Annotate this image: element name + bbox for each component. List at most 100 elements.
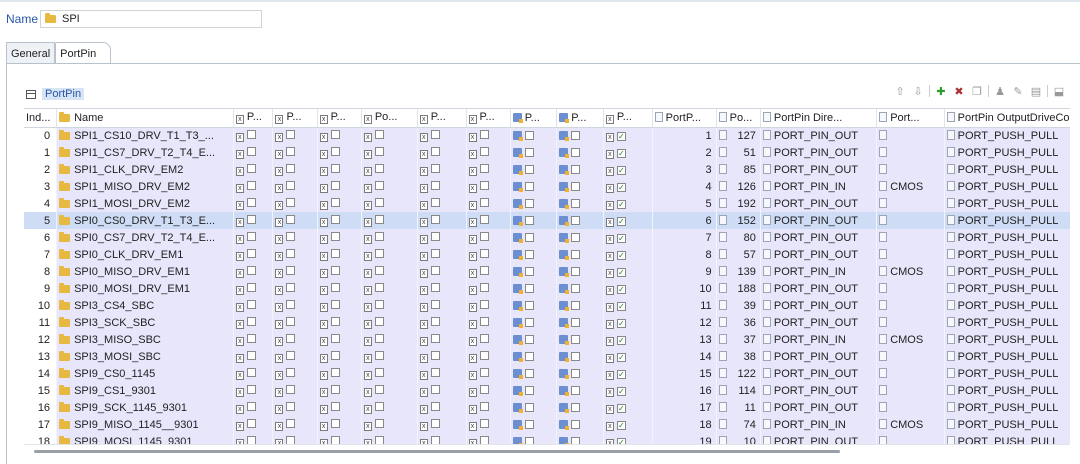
checkbox[interactable] [571, 419, 581, 429]
checkbox[interactable] [524, 266, 534, 276]
checkbox[interactable] [524, 283, 534, 293]
checkbox[interactable] [286, 385, 296, 394]
checkbox[interactable] [430, 198, 440, 207]
horizontal-scrollbar[interactable] [34, 450, 840, 453]
arrow-up-icon[interactable]: ⇧ [893, 84, 907, 98]
checkbox[interactable] [430, 215, 440, 224]
checkbox[interactable] [330, 419, 340, 428]
checkbox[interactable] [286, 334, 296, 343]
checkbox[interactable] [286, 317, 296, 326]
checkbox[interactable] [524, 249, 534, 259]
checkbox[interactable]: ✓ [616, 421, 626, 430]
checkbox[interactable] [524, 181, 534, 191]
table-row[interactable]: 16 SPI9_SCK_1145_9301 x x x x x x x ✓ 17 11 PORT_PIN… [24, 399, 1070, 416]
checkbox[interactable] [479, 334, 489, 343]
checkbox[interactable] [286, 300, 296, 309]
checkbox[interactable] [330, 181, 340, 190]
checkbox[interactable] [286, 283, 296, 292]
checkbox[interactable] [330, 130, 340, 140]
column-header[interactable]: Ind... [24, 109, 58, 128]
checkbox[interactable] [524, 300, 534, 310]
checkbox[interactable]: ✓ [616, 387, 626, 396]
checkbox[interactable] [286, 164, 296, 173]
people-icon[interactable]: ♟ [993, 84, 1007, 98]
checkbox[interactable] [246, 249, 256, 258]
table-row[interactable]: 0 SPI1_CS10_DRV_T1_T3_... x x x x x x x ✓ 1 127 PORT… [24, 127, 1070, 144]
column-header[interactable]: x P... [466, 109, 511, 128]
tab-portpin[interactable]: PortPin [55, 42, 112, 64]
checkbox[interactable] [330, 283, 340, 292]
column-header[interactable]: PortPin Dire... [760, 109, 878, 128]
table-row[interactable]: 3 SPI1_MISO_DRV_EM2 x x x x x x x ✓ 4 126 PORT_PIN_I… [24, 178, 1070, 195]
row-name-cell[interactable]: SPI0_CS0_DRV_T1_T3_E... [56, 212, 234, 229]
column-header[interactable]: x Po... [361, 109, 418, 128]
checkbox[interactable] [246, 436, 256, 444]
row-name-cell[interactable]: SPI9_CS0_1145 [56, 365, 234, 382]
checkbox[interactable] [571, 334, 581, 344]
checkbox[interactable] [374, 198, 384, 207]
checkbox[interactable] [571, 436, 581, 444]
checkbox[interactable] [246, 368, 256, 377]
column-header[interactable]: x P... [417, 109, 467, 128]
name-field[interactable]: SPI [40, 10, 262, 28]
checkbox[interactable] [571, 317, 581, 327]
column-header[interactable]: P... [556, 109, 604, 128]
checkbox[interactable] [374, 351, 384, 360]
checkbox[interactable]: ✓ [616, 336, 626, 345]
checkbox[interactable] [430, 368, 440, 377]
checkbox[interactable] [524, 334, 534, 344]
table-row[interactable]: 1 SPI1_CS7_DRV_T2_T4_E... x x x x x x x ✓ 2 51 PORT_… [24, 144, 1070, 161]
section-title[interactable]: PortPin [42, 88, 85, 100]
column-header[interactable]: P... [510, 109, 558, 128]
row-name-cell[interactable]: SPI0_MISO_DRV_EM1 [56, 263, 234, 280]
checkbox[interactable] [330, 249, 340, 258]
column-header[interactable]: x P... [272, 109, 318, 128]
checkbox[interactable] [430, 300, 440, 309]
checkbox[interactable] [524, 130, 534, 140]
edit-icon[interactable]: ✎ [1011, 84, 1025, 98]
checkbox[interactable] [430, 419, 440, 428]
checkbox[interactable] [330, 164, 340, 173]
checkbox[interactable] [479, 317, 489, 326]
column-header[interactable]: x P... [317, 109, 362, 128]
table-row[interactable]: 9 SPI0_MOSI_DRV_EM1 x x x x x x x ✓ 10 188 PORT_PIN_… [24, 280, 1070, 297]
table-row[interactable]: 6 SPI0_CS7_DRV_T2_T4_E... x x x x x x x ✓ 7 80 PORT_… [24, 229, 1070, 246]
checkbox[interactable] [330, 147, 340, 156]
row-name-cell[interactable]: SPI3_CS4_SBC [56, 297, 234, 314]
checkbox[interactable] [330, 385, 340, 394]
checkbox[interactable] [524, 164, 534, 174]
checkbox[interactable] [430, 249, 440, 258]
checkbox[interactable] [430, 334, 440, 343]
delete-icon[interactable]: ✖ [952, 84, 966, 98]
table-row[interactable]: 18 SPI9_MOSI_1145_9301 x x x x x x x ✓ 19 10 PORT_PI… [24, 433, 1070, 444]
checkbox[interactable] [330, 334, 340, 343]
checkbox[interactable]: ✓ [616, 302, 626, 311]
checkbox[interactable] [330, 300, 340, 309]
checkbox[interactable]: ✓ [616, 149, 626, 158]
checkbox[interactable] [286, 351, 296, 360]
checkbox[interactable] [524, 232, 534, 242]
checkbox[interactable]: ✓ [616, 319, 626, 328]
checkbox[interactable] [374, 215, 384, 224]
checkbox[interactable] [286, 232, 296, 241]
checkbox[interactable] [571, 249, 581, 259]
checkbox[interactable] [330, 402, 340, 411]
checkbox[interactable] [330, 215, 340, 224]
checkbox[interactable] [430, 283, 440, 292]
checkbox[interactable] [374, 130, 384, 140]
table-row[interactable]: 2 SPI1_CLK_DRV_EM2 x x x x x x x ✓ 3 85 PORT_PIN_OUT… [24, 161, 1070, 178]
checkbox[interactable] [246, 402, 256, 411]
table-row[interactable]: 4 SPI1_MOSI_DRV_EM2 x x x x x x x ✓ 5 192 PORT_PIN_O… [24, 195, 1070, 212]
table-row[interactable]: 10 SPI3_CS4_SBC x x x x x x x ✓ 11 39 PORT_PIN_OUT PO… [24, 297, 1070, 314]
add-icon[interactable]: ✚ [934, 84, 948, 98]
table-row[interactable]: 8 SPI0_MISO_DRV_EM1 x x x x x x x ✓ 9 139 PORT_PIN_I… [24, 263, 1070, 280]
checkbox[interactable] [286, 198, 296, 207]
checkbox[interactable] [286, 181, 296, 190]
checkbox[interactable] [430, 147, 440, 156]
row-name-cell[interactable]: SPI3_MOSI_SBC [56, 348, 234, 365]
checkbox[interactable]: ✓ [616, 217, 626, 226]
row-name-cell[interactable]: SPI1_CS10_DRV_T1_T3_... [56, 127, 234, 144]
checkbox[interactable]: ✓ [616, 200, 626, 209]
table-row[interactable]: 14 SPI9_CS0_1145 x x x x x x x ✓ 15 122 PORT_PIN_OUT… [24, 365, 1070, 382]
checkbox[interactable] [479, 266, 489, 275]
